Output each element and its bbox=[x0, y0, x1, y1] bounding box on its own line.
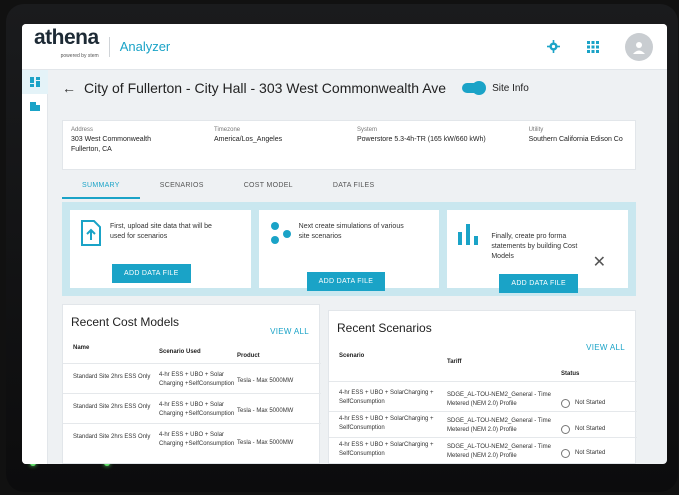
system-field: System Powerstore 5.3-4h-TR (165 kW/660 … bbox=[357, 127, 486, 143]
row-divider bbox=[63, 363, 321, 364]
top-bar: athena powered by stem Analyzer bbox=[22, 24, 667, 70]
table-cell: 4-hr ESS + UBO + Solar Charging +SelfCon… bbox=[159, 432, 235, 447]
panel-title: Recent Scenarios bbox=[337, 321, 432, 335]
row-divider bbox=[329, 381, 637, 382]
site-info-toggle-label: Site Info bbox=[492, 82, 529, 94]
status-label: Not Started bbox=[575, 400, 606, 406]
column-header: Scenario bbox=[339, 353, 365, 359]
back-arrow-icon[interactable]: ← bbox=[62, 80, 76, 96]
recent-cost-models-panel: Recent Cost Models VIEW ALL Name Scenari… bbox=[62, 304, 321, 464]
recent-scenarios-panel: Recent Scenarios VIEW ALL Scenario Tarif… bbox=[328, 310, 637, 464]
timezone-field: Timezone America/Los_Angeles bbox=[214, 127, 283, 143]
row-divider bbox=[329, 411, 637, 412]
brand-logo[interactable]: athena powered by stem bbox=[34, 27, 99, 65]
page-title: City of Fullerton - City Hall - 303 West… bbox=[84, 80, 447, 96]
column-header: Tariff bbox=[447, 359, 462, 365]
getting-started-banner: First, upload site data that will be use… bbox=[62, 202, 636, 296]
app-name: Analyzer bbox=[119, 39, 171, 54]
add-data-file-button[interactable]: ADD DATA FILE bbox=[306, 272, 386, 291]
side-rail bbox=[22, 70, 48, 464]
building-icon bbox=[30, 102, 40, 111]
rail-item-dashboard[interactable] bbox=[22, 70, 48, 94]
column-header: Product bbox=[237, 353, 260, 359]
tab-scenarios[interactable]: SCENARIOS bbox=[140, 174, 224, 199]
utility-field: Utility Southern California Edison Co bbox=[528, 127, 623, 143]
table-cell: SDGE_AL-TOU-NEM2_General - Time Metered … bbox=[447, 392, 551, 407]
add-data-file-button[interactable]: ADD DATA FILE bbox=[499, 274, 578, 293]
table-cell: 4-hr ESS + UBO + SolarCharging + SelfCon… bbox=[339, 442, 434, 457]
bar-chart-icon bbox=[458, 224, 479, 245]
brand-divider bbox=[108, 36, 110, 57]
scenario-nodes-icon bbox=[270, 222, 291, 244]
apps-grid-icon[interactable] bbox=[585, 39, 601, 55]
top-actions bbox=[545, 32, 653, 61]
view-all-cost-models-link[interactable]: VIEW ALL bbox=[270, 327, 309, 336]
user-avatar-icon[interactable] bbox=[625, 32, 653, 61]
table-cell: Tesla - Max 5000MW bbox=[237, 440, 294, 446]
column-header: Scenario Used bbox=[159, 349, 201, 355]
row-divider bbox=[63, 423, 321, 424]
step-card-cost-models: Finally, create pro forma statements by … bbox=[447, 210, 629, 293]
step-text: First, upload site data that will be use… bbox=[110, 223, 212, 240]
status-circle-icon bbox=[561, 399, 570, 408]
table-cell: 4-hr ESS + UBO + SolarCharging + SelfCon… bbox=[339, 416, 434, 431]
status-circle-icon bbox=[561, 449, 570, 458]
table-cell: Tesla - Max 5000MW bbox=[237, 408, 294, 414]
main-content: ← City of Fullerton - City Hall - 303 We… bbox=[56, 70, 662, 464]
row-divider bbox=[329, 437, 637, 438]
step-card-upload: First, upload site data that will be use… bbox=[70, 210, 251, 288]
site-info-toggle[interactable] bbox=[462, 81, 487, 95]
table-cell: Standard Site 2hrs ESS Only bbox=[73, 374, 151, 380]
tablet-device: athena powered by stem Analyzer ← City o… bbox=[0, 0, 679, 495]
site-info-card: Address 303 West Commonwealth Fullerton,… bbox=[62, 120, 636, 170]
table-cell: 4-hr ESS + UBO + Solar Charging +SelfCon… bbox=[159, 402, 235, 417]
step-text: Finally, create pro forma statements by … bbox=[491, 233, 578, 260]
gear-icon[interactable] bbox=[545, 39, 561, 55]
view-all-scenarios-link[interactable]: VIEW ALL bbox=[586, 343, 625, 352]
table-cell: Standard Site 2hrs ESS Only bbox=[73, 404, 151, 410]
step-card-scenarios: Next create simulations of various site … bbox=[258, 210, 440, 291]
rail-item-sites[interactable] bbox=[22, 94, 48, 118]
table-cell: Standard Site 2hrs ESS Only bbox=[73, 434, 151, 440]
status-label: Not Started bbox=[575, 450, 606, 456]
table-cell: Tesla - Max 5000MW bbox=[237, 378, 294, 384]
table-cell: 4-hr ESS + UBO + SolarCharging + SelfCon… bbox=[339, 390, 434, 405]
table-cell: 4-hr ESS + UBO + Solar Charging +SelfCon… bbox=[159, 372, 235, 387]
column-header: Status bbox=[561, 371, 580, 377]
address-field: Address 303 West Commonwealth Fullerton,… bbox=[71, 127, 152, 153]
status-label: Not Started bbox=[575, 426, 606, 432]
column-header: Name bbox=[73, 345, 90, 351]
dashboard-icon bbox=[30, 77, 40, 87]
tab-data-files[interactable]: DATA FILES bbox=[313, 174, 395, 199]
step-text: Next create simulations of various site … bbox=[298, 223, 404, 240]
app-screen: athena powered by stem Analyzer ← City o… bbox=[22, 24, 667, 464]
add-data-file-button[interactable]: ADD DATA FILE bbox=[112, 264, 191, 283]
close-icon[interactable]: ✕ bbox=[593, 252, 606, 272]
tab-bar: SUMMARY SCENARIOS COST MODEL DATA FILES bbox=[62, 174, 395, 199]
status-circle-icon bbox=[561, 425, 570, 434]
row-divider bbox=[63, 393, 321, 394]
tab-cost-model[interactable]: COST MODEL bbox=[224, 174, 313, 199]
upload-file-icon bbox=[81, 220, 101, 246]
panel-title: Recent Cost Models bbox=[71, 315, 180, 329]
tab-summary[interactable]: SUMMARY bbox=[62, 174, 140, 199]
table-cell: SDGE_AL-TOU-NEM2_General - Time Metered … bbox=[447, 444, 551, 459]
page-header: ← City of Fullerton - City Hall - 303 We… bbox=[62, 80, 529, 96]
table-cell: SDGE_AL-TOU-NEM2_General - Time Metered … bbox=[447, 418, 551, 433]
